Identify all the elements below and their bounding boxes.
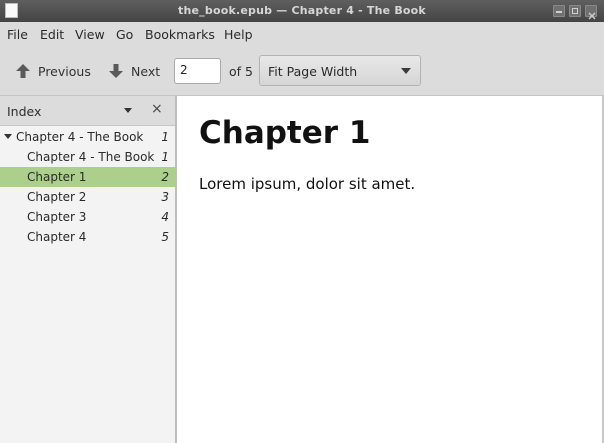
maximize-icon [572, 8, 578, 14]
toc-item-label: Chapter 2 [27, 190, 87, 204]
toc-list: Chapter 4 - The Book 1 Chapter 4 - The B… [0, 127, 175, 247]
sidebar-dropdown-icon[interactable] [124, 108, 132, 113]
sidebar-title: Index [7, 104, 42, 119]
zoom-select[interactable]: Fit Page Width [259, 55, 421, 86]
toc-item-page: 4 [161, 210, 169, 224]
chapter-text: Lorem ipsum, dolor sit amet. [199, 175, 416, 193]
previous-label: Previous [38, 63, 91, 79]
sidebar-header: Index × [0, 96, 175, 126]
zoom-select-value: Fit Page Width [268, 64, 358, 79]
toc-item-page: 1 [161, 130, 169, 144]
close-icon [588, 8, 596, 20]
toc-item[interactable]: Chapter 4 5 [0, 227, 175, 247]
toc-item-label: Chapter 1 [27, 170, 87, 184]
menu-go[interactable]: Go [116, 27, 133, 42]
maximize-button[interactable] [569, 5, 581, 17]
menu-bookmarks[interactable]: Bookmarks [145, 27, 215, 42]
window-title: the_book.epub — Chapter 4 - The Book [178, 4, 426, 17]
toc-item[interactable]: Chapter 2 3 [0, 187, 175, 207]
page-count-label: of 5 [229, 64, 253, 79]
menu-file[interactable]: File [7, 27, 28, 42]
toc-item-label: Chapter 4 - The Book [16, 130, 144, 144]
toolbar: Previous Next 2 of 5 Fit Page Width [0, 46, 604, 96]
toc-item-page: 1 [161, 150, 169, 164]
toc-item-page: 3 [161, 190, 169, 204]
toc-item-selected[interactable]: Chapter 1 2 [0, 167, 175, 187]
previous-button[interactable]: Previous [14, 60, 91, 82]
menu-help[interactable]: Help [224, 27, 253, 42]
menu-edit[interactable]: Edit [40, 27, 64, 42]
toc-item-page: 5 [161, 230, 169, 244]
toc-item-label: Chapter 4 - The Book [27, 150, 155, 164]
expander-triangle-icon[interactable] [4, 134, 12, 139]
menu-view[interactable]: View [75, 27, 105, 42]
window-titlebar[interactable]: the_book.epub — Chapter 4 - The Book [0, 0, 604, 22]
toc-item-label: Chapter 4 [27, 230, 87, 244]
sidebar-close-button[interactable]: × [151, 101, 163, 117]
toc-item-page: 2 [161, 170, 169, 184]
toc-item[interactable]: Chapter 3 4 [0, 207, 175, 227]
document-viewer[interactable]: Chapter 1 Lorem ipsum, dolor sit amet. [176, 96, 604, 443]
menubar: File Edit View Go Bookmarks Help [0, 22, 604, 46]
minimize-button[interactable] [553, 5, 565, 17]
minimize-icon [556, 8, 562, 13]
next-button[interactable]: Next [107, 60, 160, 82]
page-number-input[interactable]: 2 [174, 58, 221, 84]
arrow-down-icon [109, 64, 123, 78]
chapter-heading: Chapter 1 [199, 115, 371, 151]
toc-item[interactable]: Chapter 4 - The Book 1 [0, 127, 175, 147]
close-window-button[interactable] [585, 5, 597, 20]
sidebar: Index × Chapter 4 - The Book 1 Chapter 4… [0, 96, 176, 443]
next-label: Next [131, 63, 161, 79]
toc-item[interactable]: Chapter 4 - The Book 1 [0, 147, 175, 167]
arrow-up-icon [16, 64, 30, 78]
toc-item-label: Chapter 3 [27, 210, 87, 224]
chevron-down-icon [401, 68, 411, 74]
